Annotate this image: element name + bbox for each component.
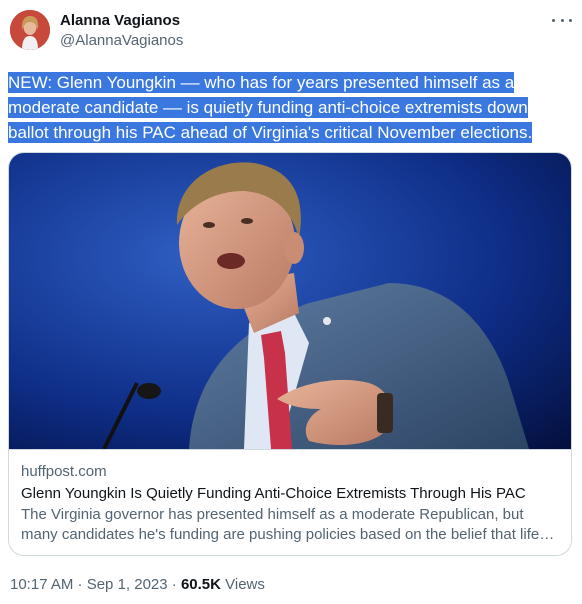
tweet-text-line: NEW: Glenn Youngkin –– who has for years… — [8, 72, 515, 93]
tweet: Alanna Vagianos @AlannaVagianos NEW: Gle… — [0, 0, 582, 604]
views-label: Views — [220, 576, 265, 593]
author-avatar[interactable] — [10, 10, 50, 50]
tweet-timestamp[interactable]: 10:17 AM · Sep 1, 2023 · — [10, 576, 181, 593]
tweet-text-line: ballot through his PAC ahead of Virginia… — [8, 122, 533, 143]
card-info[interactable]: huffpost.com Glenn Youngkin Is Quietly F… — [9, 449, 571, 555]
avatar-image — [10, 10, 50, 50]
card-domain: huffpost.com — [21, 463, 107, 480]
views-count[interactable]: 60.5K — [181, 576, 221, 593]
tweet-meta: 10:17 AM · Sep 1, 2023 · 60.5K Views — [10, 575, 265, 595]
card-title: Glenn Youngkin Is Quietly Funding Anti-C… — [21, 485, 526, 502]
link-preview-card[interactable]: huffpost.com Glenn Youngkin Is Quietly F… — [8, 152, 572, 556]
author-display-name[interactable]: Alanna Vagianos — [60, 12, 180, 30]
tweet-text: NEW: Glenn Youngkin –– who has for years… — [8, 70, 568, 145]
more-options-icon[interactable] — [552, 12, 572, 28]
card-image[interactable] — [9, 153, 571, 450]
card-description: The Virginia governor has presented hims… — [21, 506, 540, 543]
speaker-photo — [9, 153, 571, 450]
tweet-text-line: moderate candidate –– is quietly funding… — [8, 97, 528, 118]
author-handle[interactable]: @AlannaVagianos — [60, 32, 183, 50]
